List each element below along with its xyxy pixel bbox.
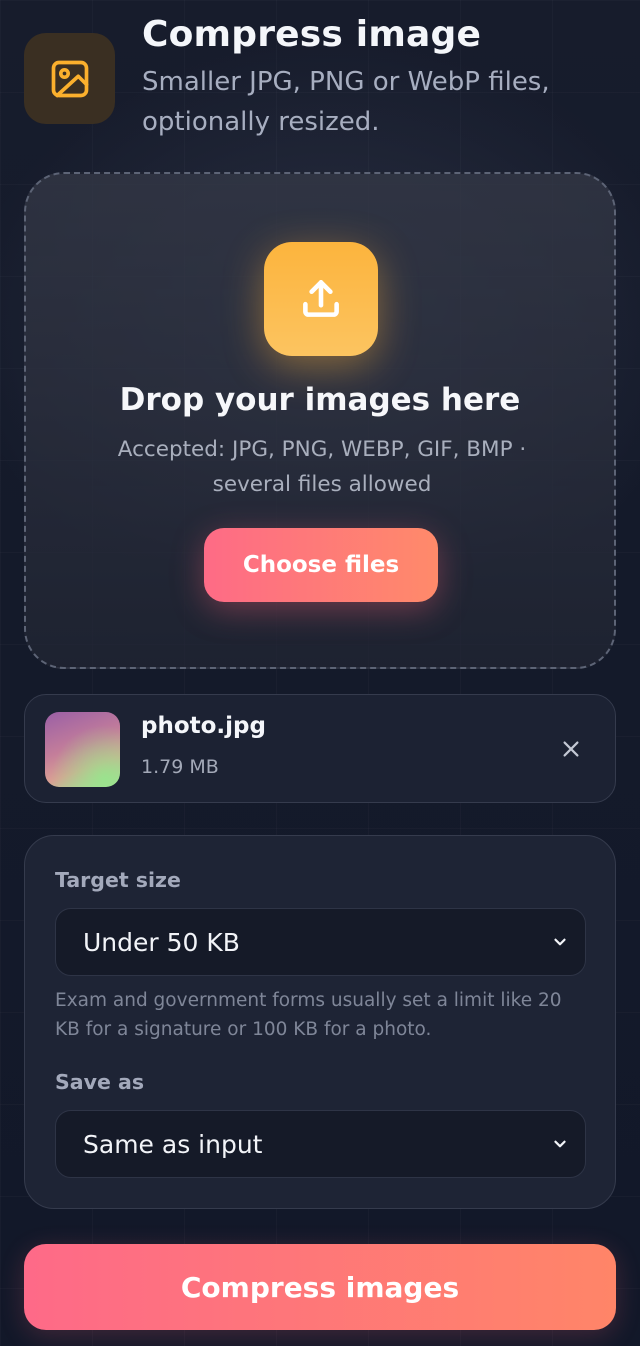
file-name: photo.jpg — [141, 713, 266, 739]
file-size: 1.79 MB — [141, 756, 219, 778]
upload-icon — [264, 242, 378, 356]
save-as-select[interactable]: Same as input — [55, 1110, 586, 1178]
target-size-label: Target size — [55, 868, 181, 892]
file-thumbnail — [45, 712, 120, 787]
chevron-down-icon — [551, 933, 569, 951]
compress-images-button[interactable]: Compress images — [24, 1244, 616, 1330]
remove-file-button[interactable] — [553, 731, 589, 767]
page-subtitle: Smaller JPG, PNG or WebP files, optional… — [142, 67, 550, 137]
header: Compress image Smaller JPG, PNG or WebP … — [24, 12, 624, 142]
drop-zone-title: Drop your images here — [119, 382, 521, 418]
file-item: photo.jpg 1.79 MB — [24, 694, 616, 803]
drop-zone[interactable]: Drop your images here Accepted: JPG, PNG… — [24, 172, 616, 669]
save-as-value: Same as input — [83, 1129, 263, 1159]
compress-image-page: Compress image Smaller JPG, PNG or WebP … — [0, 0, 640, 1346]
close-icon — [560, 738, 582, 760]
choose-files-button[interactable]: Choose files — [204, 528, 438, 602]
chevron-down-icon — [551, 1135, 569, 1153]
save-as-label: Save as — [55, 1070, 145, 1094]
image-icon — [24, 33, 115, 124]
target-size-help: Exam and government forms usually set a … — [55, 990, 562, 1040]
settings-panel: Target size Under 50 KB Exam and governm… — [24, 835, 616, 1209]
page-title: Compress image — [142, 14, 482, 55]
target-size-value: Under 50 KB — [83, 927, 240, 957]
target-size-select[interactable]: Under 50 KB — [55, 908, 586, 976]
accepted-formats: Accepted: JPG, PNG, WEBP, GIF, BMP · sev… — [117, 437, 527, 497]
